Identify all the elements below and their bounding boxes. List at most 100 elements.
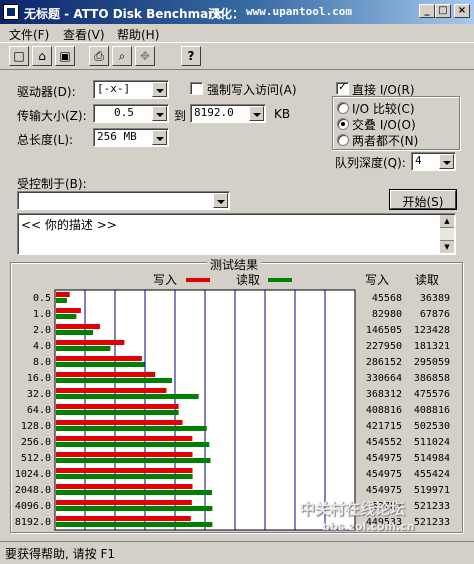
start-button[interactable]: 开始(S)	[389, 189, 457, 210]
print-icon[interactable]: ⎙	[89, 46, 109, 66]
chevron-down-icon[interactable]	[152, 106, 167, 121]
legend-read-label: 读取	[236, 273, 260, 287]
read-value: 519971	[414, 485, 450, 496]
chevron-down-icon[interactable]	[152, 82, 167, 97]
read-value: 475576	[414, 389, 450, 400]
read-bar	[56, 330, 94, 335]
overlapped-io-radio[interactable]	[337, 118, 349, 130]
read-bar	[56, 458, 211, 463]
menu-help[interactable]: 帮助(H)	[117, 26, 159, 43]
menu-file[interactable]: 文件(F)	[9, 26, 49, 43]
write-bar	[56, 484, 193, 489]
total-length-label: 总长度(L):	[17, 133, 74, 147]
unit-kb-label: KB	[274, 107, 291, 121]
io-compare-radio[interactable]	[337, 102, 349, 114]
status-bar: 要获得帮助, 请按 F1	[0, 541, 474, 564]
description-textarea[interactable]: << 你的描述 >> ▲ ▼	[17, 213, 456, 255]
description-text: << 你的描述 >>	[21, 218, 117, 232]
transfer-size-label: 128.0	[21, 421, 51, 432]
write-bar	[56, 356, 142, 361]
read-value: 514984	[414, 453, 450, 464]
write-bar	[56, 436, 193, 441]
legend-write-swatch	[186, 278, 210, 282]
read-value: 502530	[414, 421, 450, 432]
write-value: 454975	[366, 469, 402, 480]
neither-label: 两者都不(N)	[352, 134, 419, 148]
transfer-size-label: 256.0	[21, 437, 51, 448]
direct-io-checkbox[interactable]: ✓	[336, 80, 349, 95]
total-length-select[interactable]: 256 MB	[93, 128, 169, 147]
read-bar	[56, 346, 111, 351]
window-title: 无标题 - ATTO Disk Benchmark	[24, 7, 223, 21]
read-value: 408816	[414, 405, 450, 416]
read-value: 181321	[414, 341, 450, 352]
save-icon[interactable]: ▣	[55, 46, 75, 66]
read-value: 386858	[414, 373, 450, 384]
transfer-size-label: 4096.0	[15, 501, 51, 512]
transfer-to-select[interactable]: 8192.0	[190, 104, 266, 123]
chevron-down-icon[interactable]	[249, 106, 264, 121]
write-bar	[56, 324, 100, 329]
read-value: 67876	[420, 309, 450, 320]
transfer-size-label: 传输大小(Z):	[17, 109, 87, 123]
transfer-size-label: 8192.0	[15, 517, 51, 528]
write-bar	[56, 308, 81, 313]
drive-label: 驱动器(D):	[17, 85, 76, 99]
read-bar	[56, 474, 193, 479]
toolbar: □ ⌂ ▣ ⎙ ⌕ ✥ ?	[0, 42, 474, 70]
neither-radio[interactable]	[337, 134, 349, 146]
transfer-size-label: 0.5	[33, 293, 51, 304]
title-bar: 无标题 - ATTO Disk Benchmark 汉化： www.upanto…	[0, 0, 474, 24]
read-value: 455424	[414, 469, 450, 480]
localization-label: 汉化：	[208, 7, 245, 21]
description-scrollbar[interactable]: ▲ ▼	[440, 215, 454, 253]
app-icon	[3, 4, 19, 20]
write-value: 368312	[366, 389, 402, 400]
minimize-button[interactable]: _	[419, 4, 435, 18]
read-value: 521233	[414, 501, 450, 512]
read-bar	[56, 298, 67, 303]
new-file-icon[interactable]: □	[9, 46, 29, 66]
write-bar	[56, 500, 192, 505]
chevron-down-icon[interactable]	[213, 193, 228, 208]
read-value: 295059	[414, 357, 450, 368]
maximize-button[interactable]: □	[435, 4, 451, 18]
legend-read-swatch	[268, 278, 292, 282]
read-bar	[56, 506, 213, 511]
scroll-down-icon[interactable]: ▼	[440, 240, 454, 253]
force-write-checkbox[interactable]	[190, 82, 203, 95]
write-bar	[56, 388, 167, 393]
read-value: 36389	[420, 293, 450, 304]
move-icon[interactable]: ✥	[135, 46, 155, 66]
write-bar	[56, 452, 193, 457]
help-context-icon[interactable]: ?	[181, 46, 201, 66]
read-value: 511024	[414, 437, 450, 448]
transfer-size-label: 8.0	[33, 357, 51, 368]
print-preview-icon[interactable]: ⌕	[112, 46, 132, 66]
drive-select[interactable]: [-x-]	[93, 80, 169, 99]
queue-depth-label: 队列深度(Q):	[335, 156, 406, 170]
queue-depth-select[interactable]: 4	[411, 152, 456, 171]
open-folder-icon[interactable]: ⌂	[32, 46, 52, 66]
write-bar	[56, 372, 156, 377]
write-value: 82980	[372, 309, 402, 320]
chevron-down-icon[interactable]	[152, 130, 167, 145]
write-bar	[56, 340, 125, 345]
io-compare-label: I/O 比较(C)	[352, 102, 415, 116]
write-bar	[56, 420, 183, 425]
write-bar	[56, 404, 179, 409]
overlapped-io-label: 交叠 I/O(O)	[352, 118, 416, 132]
write-bar	[56, 468, 193, 473]
write-column-header: 写入	[365, 273, 389, 287]
scroll-up-icon[interactable]: ▲	[440, 215, 454, 228]
transfer-from-select[interactable]: 0.5	[93, 104, 169, 123]
read-value: 521233	[414, 517, 450, 528]
to-label: 到	[174, 109, 187, 123]
chevron-down-icon[interactable]	[439, 154, 454, 169]
menu-view[interactable]: 查看(V)	[63, 26, 105, 43]
controlled-by-select[interactable]	[17, 191, 230, 210]
results-chart: 写入读取写入读取01002003004005006007008009001000…	[15, 273, 450, 531]
close-button[interactable]: ×	[454, 4, 470, 18]
transfer-from-value: 0.5	[114, 106, 134, 119]
write-bar	[56, 516, 191, 521]
